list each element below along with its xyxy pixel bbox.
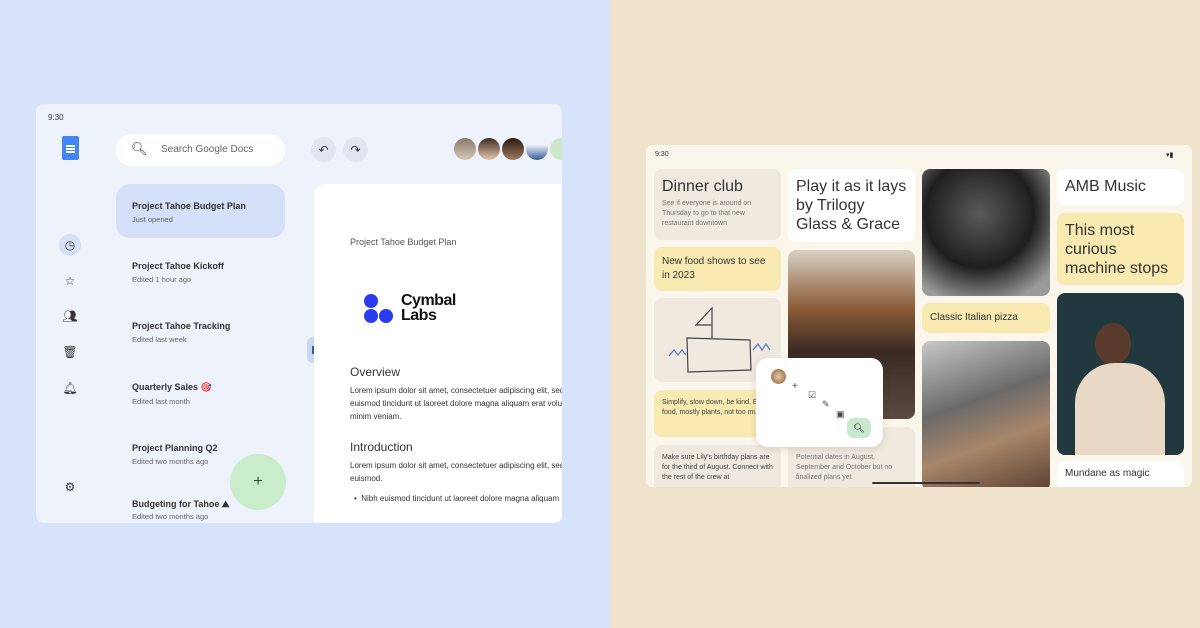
- file-item[interactable]: Project Planning Q2 Edited two months ago: [132, 443, 218, 466]
- note-body: See if everyone is around on Thursday to…: [662, 200, 752, 227]
- home-indicator[interactable]: [872, 482, 980, 484]
- file-title: Project Tahoe Tracking: [132, 321, 231, 331]
- file-item[interactable]: Budgeting for Tahoe ⛰ Edited two months a…: [132, 499, 229, 521]
- file-item[interactable]: Project Tahoe Tracking Edited last week: [132, 321, 230, 344]
- bullet-text: Nibh euismod tincidunt ut laoreet dolore…: [361, 494, 560, 503]
- wifi-battery-icon: ▾▮: [1166, 152, 1174, 159]
- nav-shared[interactable]: 👥︎: [59, 305, 81, 327]
- people-icon: 👥︎: [62, 309, 78, 323]
- docs-logo-icon: [62, 136, 79, 160]
- search-icon: 🔍︎: [853, 422, 865, 433]
- document-title: Project Tahoe Budget Plan: [350, 237, 457, 247]
- paragraph-line: minim veniam.: [350, 412, 402, 421]
- collaborator-avatar[interactable]: [478, 138, 500, 160]
- note-title: Dinner club: [662, 178, 743, 195]
- note-amb-music[interactable]: AMB Music: [1057, 169, 1184, 205]
- nav-notifications[interactable]: 🔔︎: [59, 377, 81, 399]
- note-title: Play it as it lays by Trilogy Glass & Gr…: [796, 178, 907, 233]
- file-title: Quarterly Sales 🎯: [132, 382, 212, 392]
- nav-starred[interactable]: ☆: [59, 270, 81, 292]
- file-subtitle: Edited last week: [132, 335, 187, 344]
- bell-icon: 🔔︎: [62, 381, 78, 395]
- heading-overview: Overview: [350, 365, 401, 379]
- note-title: This most curious machine stops: [1065, 222, 1169, 277]
- file-subtitle: Edited two months ago: [132, 457, 209, 466]
- search-button[interactable]: 🔍︎: [847, 418, 871, 438]
- note-pizza[interactable]: Classic Italian pizza: [922, 303, 1050, 333]
- collaborator-avatar[interactable]: [454, 138, 476, 160]
- file-title: Project Tahoe Budget Plan: [132, 201, 246, 211]
- file-subtitle: Edited two months ago: [132, 512, 209, 521]
- cymbal-labs-logo-icon: [364, 294, 396, 326]
- redo-button[interactable]: ↷: [343, 137, 368, 162]
- undo-button[interactable]: ↶: [311, 137, 336, 162]
- note-dinner-club[interactable]: Dinner club See if everyone is around on…: [654, 169, 781, 240]
- file-title: Project Tahoe Kickoff: [132, 261, 224, 271]
- note-food-shows[interactable]: New food shows to see in 2023: [654, 247, 781, 291]
- file-item[interactable]: Project Tahoe Budget Plan Just opened: [132, 201, 246, 224]
- search-bar[interactable]: 🔍︎ Search Google Docs: [116, 134, 285, 166]
- new-note-plus-icon[interactable]: +: [792, 381, 798, 392]
- file-subtitle: Edited last month: [132, 397, 190, 406]
- note-photo-portrait[interactable]: [922, 169, 1050, 296]
- note-body: Potential dates in August, September and…: [796, 454, 893, 481]
- status-time: 9:30: [48, 113, 64, 122]
- gear-icon: ⚙: [64, 480, 76, 494]
- search-input[interactable]: Search Google Docs: [161, 144, 253, 155]
- image-icon[interactable]: ▣: [836, 409, 845, 420]
- nav-recent[interactable]: ◷: [59, 234, 81, 256]
- paragraph-line: euismod tincidunt ut laoreet dolore magn…: [350, 399, 562, 408]
- file-item[interactable]: Quarterly Sales 🎯 Edited last month: [132, 382, 212, 406]
- file-title: Project Planning Q2: [132, 443, 218, 453]
- heading-introduction: Introduction: [350, 440, 413, 454]
- paragraph-line: Lorem ipsum dolor sit amet, consectetuer…: [350, 386, 562, 395]
- pen-drawing-icon[interactable]: ✎: [822, 399, 830, 410]
- note-mundane[interactable]: Mundane as magic: [1057, 461, 1184, 487]
- new-document-fab[interactable]: +: [230, 454, 286, 510]
- logo-text: Cymbal Labs: [401, 292, 456, 324]
- file-item[interactable]: Project Tahoe Kickoff Edited 1 hour ago: [132, 261, 224, 284]
- note-title: AMB Music: [1065, 178, 1146, 195]
- nav-trash[interactable]: 🗑︎: [59, 341, 81, 363]
- trash-icon: 🗑︎: [62, 345, 78, 359]
- note-illustration[interactable]: [1057, 293, 1184, 455]
- note-play-it[interactable]: Play it as it lays by Trilogy Glass & Gr…: [788, 169, 915, 242]
- document-preview[interactable]: Project Tahoe Budget Plan Cymbal Labs Ov…: [314, 184, 562, 523]
- undo-icon: ↶: [318, 142, 329, 157]
- note-curious-machine[interactable]: This most curious machine stops: [1057, 213, 1184, 285]
- paragraph-line: Lorem ipsum dolor sit amet, consectetuer…: [350, 461, 562, 470]
- collaborator-avatar[interactable]: [502, 138, 524, 160]
- star-icon: ☆: [64, 274, 76, 288]
- user-avatar[interactable]: [771, 369, 786, 384]
- collaborator-avatar[interactable]: [526, 138, 548, 160]
- google-keep-window: 9:30 ▾▮ Dinner club See if everyone is a…: [646, 145, 1192, 487]
- note-body: Make sure Lily's birthday plans are for …: [662, 454, 773, 481]
- file-title: Budgeting for Tahoe ⛰: [132, 499, 230, 509]
- checkbox-list-icon[interactable]: ☑: [808, 390, 816, 401]
- note-photo-kitchen[interactable]: [922, 341, 1050, 487]
- note-title: Classic Italian pizza: [930, 312, 1018, 323]
- note-birthday[interactable]: Make sure Lily's birthday plans are for …: [654, 445, 781, 487]
- note-body: New food shows to see in 2023: [662, 256, 766, 281]
- status-time: 9:30: [655, 151, 669, 158]
- nav-settings[interactable]: ⚙: [59, 476, 81, 498]
- quick-actions-popup: + ☑ ✎ ▣ 🔍︎: [756, 358, 883, 447]
- add-collaborator-icon[interactable]: [550, 138, 562, 160]
- note-title: Mundane as magic: [1065, 468, 1150, 479]
- file-subtitle: Edited 1 hour ago: [132, 275, 192, 284]
- clock-icon: ◷: [64, 238, 76, 252]
- file-subtitle: Just opened: [132, 215, 173, 224]
- redo-icon: ↷: [350, 142, 361, 157]
- paragraph-line: euismod.: [350, 474, 383, 483]
- bullet-item: • Nibh euismod tincidunt ut laoreet dolo…: [354, 494, 560, 503]
- google-docs-window: 9:30 🔍︎ Search Google Docs ↶ ↷ ◷ ☆ 👥︎ 🗑︎…: [36, 104, 562, 523]
- search-icon: 🔍︎: [131, 141, 148, 156]
- plus-icon: +: [253, 473, 263, 490]
